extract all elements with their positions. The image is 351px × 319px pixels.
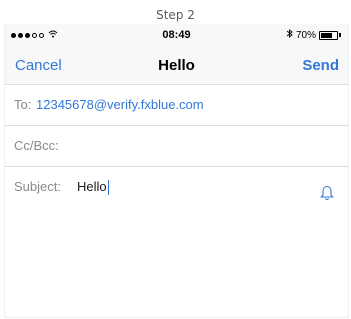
message-body[interactable] [5, 204, 348, 317]
subject-input[interactable]: Hello [77, 167, 109, 207]
phone-screen: 08:49 70% Cancel Hello Send To: 12345678… [4, 24, 349, 318]
subject-label: Subject: [14, 179, 61, 194]
page: Step 2 08:49 70% Cancel Hello Send To: 1… [0, 0, 351, 319]
to-label: To: [14, 97, 32, 112]
cc-bcc-field[interactable]: Cc/Bcc: [5, 126, 348, 167]
bell-icon[interactable] [318, 178, 336, 200]
status-bar: 08:49 70% [5, 24, 348, 46]
status-right: 70% [286, 29, 341, 41]
cc-bcc-label: Cc/Bcc: [14, 138, 59, 153]
to-recipient[interactable]: 12345678@verify.fxblue.com [36, 85, 204, 125]
subject-value: Hello [77, 179, 107, 194]
navigation-bar: Cancel Hello Send [5, 46, 348, 85]
nav-title: Hello [158, 57, 195, 74]
bluetooth-icon [286, 29, 293, 41]
to-field[interactable]: To: 12345678@verify.fxblue.com [5, 85, 348, 126]
send-button[interactable]: Send [302, 57, 339, 74]
battery-tip [339, 33, 341, 37]
battery-icon [319, 30, 338, 40]
text-cursor [107, 180, 109, 196]
step-caption: Step 2 [156, 8, 195, 22]
subject-field[interactable]: Subject: Hello [5, 167, 348, 208]
battery-percent: 70% [295, 29, 316, 41]
battery-fill [321, 32, 332, 38]
